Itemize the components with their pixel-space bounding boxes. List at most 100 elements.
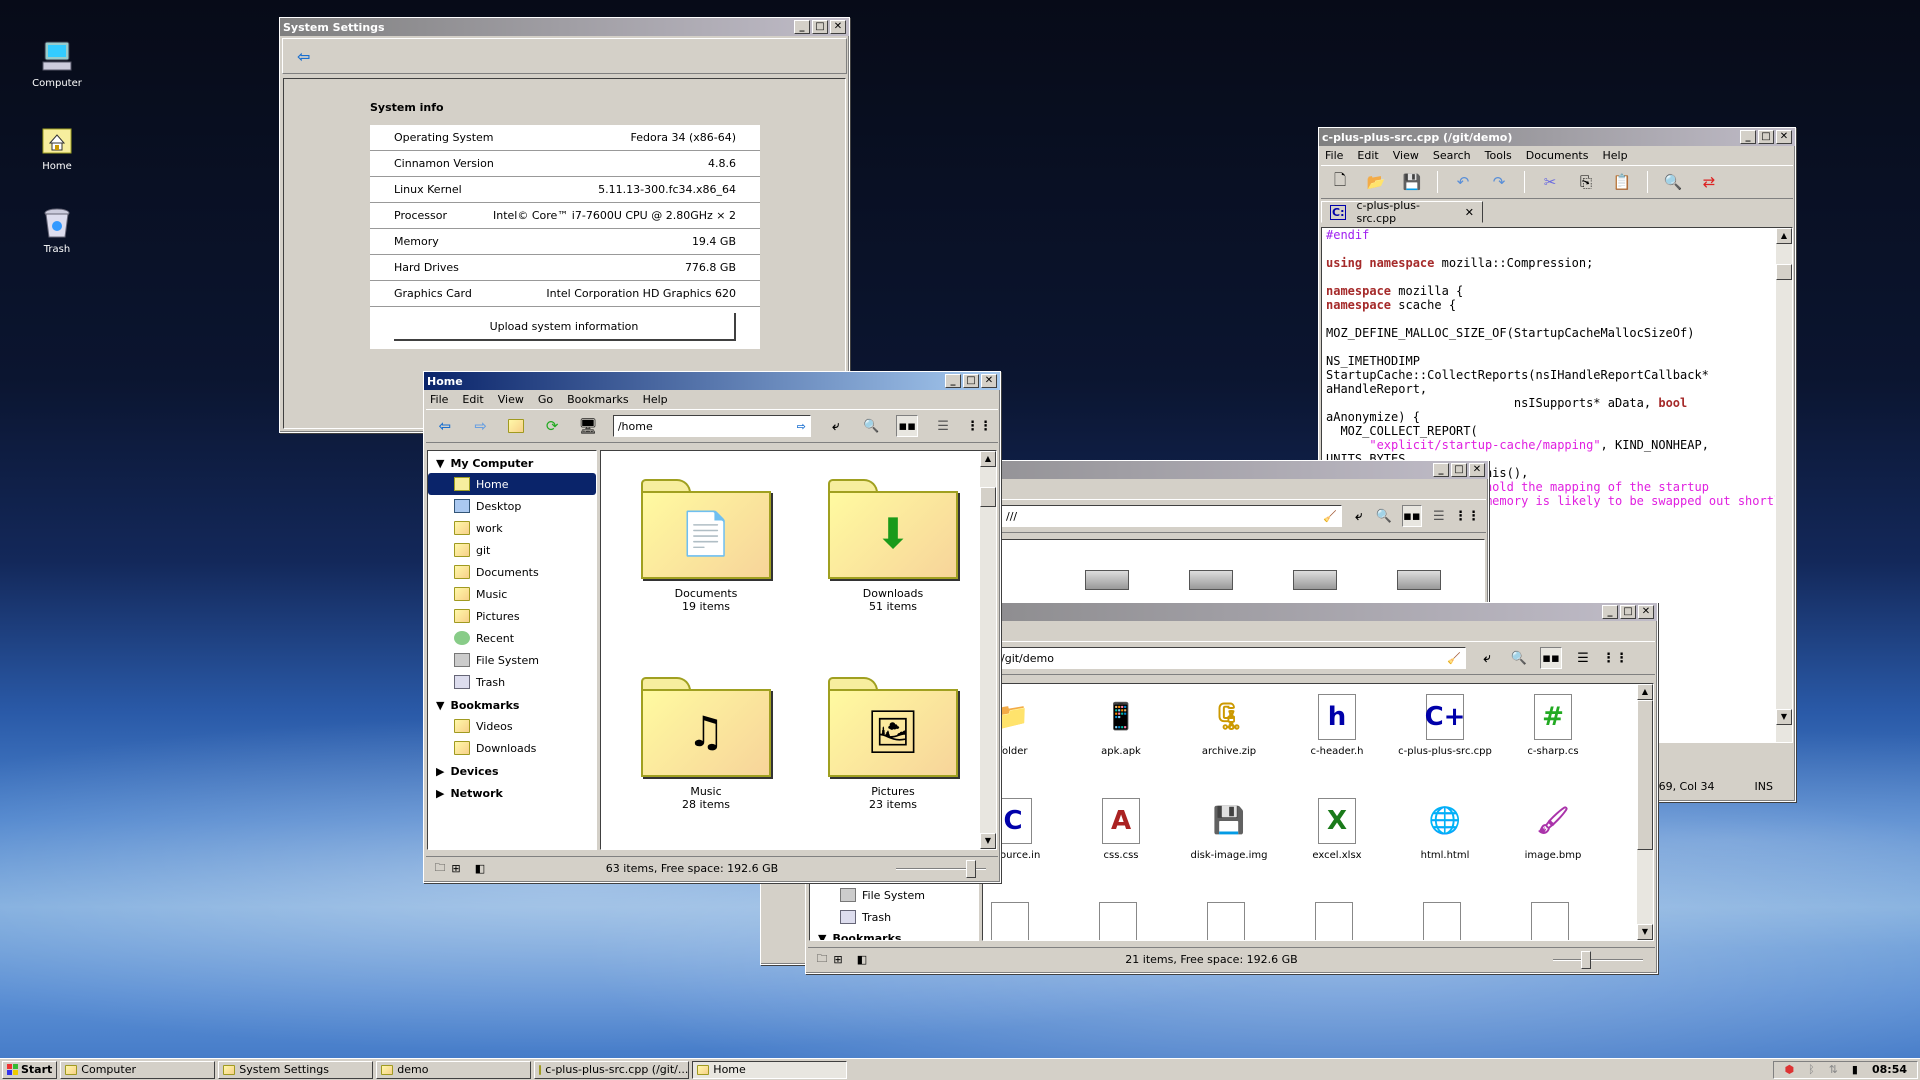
- scroll-thumb[interactable]: [1776, 264, 1792, 280]
- file-item[interactable]: # c-sharp.cs: [1503, 694, 1603, 757]
- redo-icon[interactable]: ↷: [1488, 171, 1510, 193]
- zoom-slider-knob[interactable]: [1581, 950, 1591, 969]
- cut-icon[interactable]: ✂: [1539, 171, 1561, 193]
- sidebar-item-home[interactable]: Home: [428, 473, 596, 495]
- update-icon[interactable]: ⬢: [1784, 1063, 1794, 1076]
- search-icon[interactable]: 🔍: [1376, 505, 1392, 527]
- file-item-partial[interactable]: [1315, 902, 1353, 940]
- tree-toggle-icon[interactable]: ⊞: [830, 952, 846, 968]
- clear-broom-icon[interactable]: 🧹: [1323, 510, 1337, 523]
- desktop-icon-computer[interactable]: Computer: [12, 40, 102, 89]
- vertical-scrollbar[interactable]: ▲ ▼: [1637, 684, 1653, 940]
- back-icon[interactable]: ⇦: [434, 415, 456, 437]
- file-item[interactable]: Acss.css: [1071, 798, 1171, 861]
- computer-icon[interactable]: 🖥: [577, 415, 599, 437]
- network-icon[interactable]: ⇅: [1829, 1063, 1838, 1076]
- icon-view-button[interactable]: ▪▪: [1540, 647, 1562, 669]
- clock[interactable]: 08:54: [1872, 1063, 1907, 1076]
- sidebar-section-bookmarks[interactable]: ▼ Bookmarks: [428, 695, 596, 715]
- vertical-scrollbar[interactable]: ▲ ▼: [980, 451, 996, 849]
- menu-view[interactable]: View: [1393, 149, 1419, 162]
- places-toggle-icon[interactable]: 🗀: [814, 952, 830, 968]
- maximize-button[interactable]: □: [963, 374, 979, 388]
- go-icon[interactable]: ⤶: [1476, 647, 1498, 669]
- menu-help[interactable]: Help: [643, 393, 668, 406]
- minimize-button[interactable]: _: [945, 374, 961, 388]
- menu-help[interactable]: Help: [1602, 149, 1627, 162]
- close-tab-icon[interactable]: ✕: [1465, 206, 1474, 219]
- minimize-button[interactable]: _: [1602, 605, 1618, 619]
- search-icon[interactable]: 🔍: [1662, 171, 1684, 193]
- close-button[interactable]: ✕: [1638, 605, 1654, 619]
- maximize-button[interactable]: □: [812, 20, 828, 34]
- search-icon[interactable]: 🔍: [1508, 647, 1530, 669]
- sidebar-item-pictures[interactable]: Pictures: [428, 605, 596, 627]
- bluetooth-icon[interactable]: ᛒ: [1808, 1063, 1815, 1076]
- scroll-thumb[interactable]: [1637, 700, 1653, 850]
- taskbar-task-0[interactable]: Computer: [60, 1060, 216, 1079]
- paste-icon[interactable]: 📋: [1611, 171, 1633, 193]
- file-item-partial[interactable]: [1099, 902, 1137, 940]
- menu-file[interactable]: File: [430, 393, 448, 406]
- file-item[interactable]: 🖌 image.bmp: [1503, 798, 1603, 861]
- vertical-scrollbar[interactable]: ▲ ▼: [1776, 228, 1792, 742]
- sidebar-item-file-system[interactable]: File System: [810, 884, 978, 906]
- compact-view-button[interactable]: ⋮⋮: [1602, 647, 1628, 669]
- menu-go[interactable]: Go: [538, 393, 553, 406]
- sidebar-item-trash[interactable]: Trash: [810, 906, 978, 928]
- sidebar-section-devices[interactable]: ▶ Devices: [428, 761, 596, 781]
- drive-icon[interactable]: [1189, 570, 1233, 590]
- scroll-up-button[interactable]: ▲: [980, 451, 996, 467]
- taskbar-task-4[interactable]: Home: [692, 1060, 848, 1079]
- location-field[interactable]: /home ⇨: [612, 415, 811, 437]
- sidebar-item-documents[interactable]: Documents: [428, 561, 596, 583]
- sidebar-section-network[interactable]: ▶ Network: [428, 783, 596, 803]
- taskbar-task-2[interactable]: demo: [376, 1060, 532, 1079]
- copy-icon[interactable]: ⎘: [1575, 171, 1597, 193]
- file-item[interactable]: 📱 apk.apk: [1071, 694, 1171, 757]
- scroll-down-button[interactable]: ▼: [1776, 709, 1792, 725]
- menu-documents[interactable]: Documents: [1526, 149, 1589, 162]
- sidebar-item-desktop[interactable]: Desktop: [428, 495, 596, 517]
- file-item[interactable]: 💾 disk-image.img: [1179, 798, 1279, 861]
- file-item-partial[interactable]: [1423, 902, 1461, 940]
- zoom-slider[interactable]: [1553, 950, 1643, 969]
- title-bar[interactable]: Home _ □ ✕: [424, 372, 1000, 390]
- sidebar-item-file-system[interactable]: File System: [428, 649, 596, 671]
- minimize-button[interactable]: _: [1740, 130, 1756, 144]
- tree-toggle-icon[interactable]: ⊞: [448, 861, 464, 877]
- menu-edit[interactable]: Edit: [462, 393, 483, 406]
- new-file-icon[interactable]: 🗋: [1329, 171, 1351, 193]
- sidebar-item-videos[interactable]: Videos: [428, 715, 596, 737]
- open-folder-icon[interactable]: 📂: [1365, 171, 1387, 193]
- desktop-icon-trash[interactable]: Trash: [12, 206, 102, 255]
- upload-system-info-button[interactable]: Upload system information: [394, 313, 736, 341]
- menu-edit[interactable]: Edit: [1357, 149, 1378, 162]
- maximize-button[interactable]: □: [1758, 130, 1774, 144]
- scroll-up-button[interactable]: ▲: [1637, 684, 1653, 700]
- forward-icon[interactable]: ⇨: [470, 415, 492, 437]
- drive-icon[interactable]: [1397, 570, 1441, 590]
- battery-icon[interactable]: ▮: [1852, 1063, 1858, 1076]
- desktop-icon-home[interactable]: Home: [12, 123, 102, 172]
- start-button[interactable]: Start: [2, 1060, 58, 1079]
- location-field[interactable]: /git/demo 🧹: [996, 647, 1466, 669]
- sidebar-toggle-icon[interactable]: ◧: [854, 952, 870, 968]
- go-icon[interactable]: ⤶: [1352, 505, 1366, 527]
- scroll-thumb[interactable]: [980, 487, 996, 507]
- sidebar-item-downloads[interactable]: Downloads: [428, 737, 596, 759]
- compact-view-button[interactable]: ⋮⋮: [966, 415, 992, 437]
- close-button[interactable]: ✕: [1776, 130, 1792, 144]
- sidebar-toggle-icon[interactable]: ◧: [472, 861, 488, 877]
- file-item-partial[interactable]: [991, 902, 1029, 940]
- file-item[interactable]: h c-header.h: [1287, 694, 1387, 757]
- menu-file[interactable]: File: [1325, 149, 1343, 162]
- list-view-button[interactable]: ☰: [932, 415, 954, 437]
- sidebar-item-trash[interactable]: Trash: [428, 671, 596, 693]
- file-item[interactable]: 🌐 html.html: [1395, 798, 1495, 861]
- minimize-button[interactable]: _: [1433, 463, 1449, 477]
- zoom-slider[interactable]: [896, 859, 986, 878]
- drive-icon[interactable]: [1085, 570, 1129, 590]
- minimize-button[interactable]: _: [794, 20, 810, 34]
- file-item[interactable]: C+ c-plus-plus-src.cpp: [1395, 694, 1495, 757]
